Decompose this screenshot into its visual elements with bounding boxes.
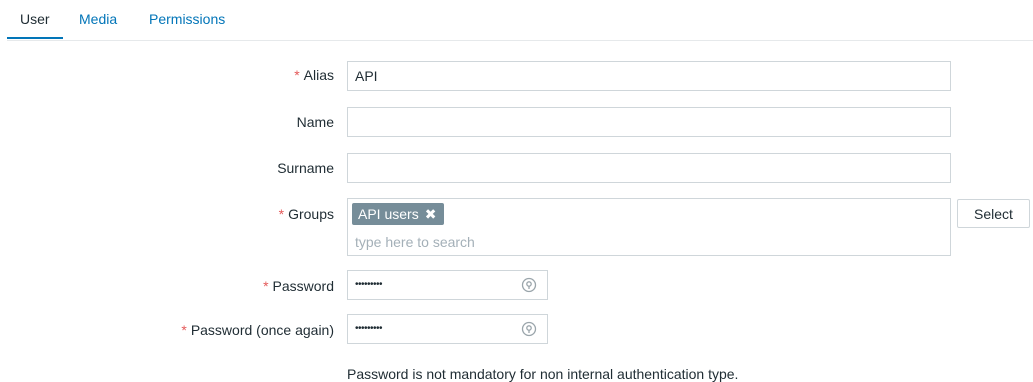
- password-hint: Password is not mandatory for non intern…: [347, 366, 739, 382]
- user-form-page: User Media Permissions * Alias API Name S…: [0, 0, 1033, 382]
- required-marker: *: [181, 322, 187, 338]
- name-label: Name: [297, 113, 334, 131]
- groups-label-text: Groups: [288, 206, 334, 222]
- alias-label-text: Alias: [303, 67, 334, 83]
- name-field[interactable]: [347, 107, 951, 137]
- groups-label: * Groups: [279, 205, 334, 223]
- surname-label: Surname: [277, 159, 334, 177]
- password-again-label-text: Password (once again): [190, 322, 334, 338]
- tab-user[interactable]: User: [7, 10, 63, 39]
- group-chip-label: API users: [358, 206, 419, 222]
- close-icon[interactable]: ✖: [425, 203, 437, 225]
- group-chip: API users ✖: [352, 203, 445, 225]
- password-again-field[interactable]: •••••••••: [347, 314, 548, 344]
- tab-permissions[interactable]: Permissions: [149, 10, 225, 39]
- name-label-text: Name: [296, 114, 334, 130]
- tab-media[interactable]: Media: [79, 10, 117, 39]
- required-marker: *: [263, 278, 269, 294]
- password-eye-icon[interactable]: [521, 321, 537, 337]
- groups-search-input[interactable]: [355, 232, 935, 252]
- required-marker: *: [278, 206, 285, 222]
- password-label-text: Password: [272, 278, 334, 294]
- password-eye-icon[interactable]: [521, 277, 537, 293]
- alias-field[interactable]: API: [347, 61, 951, 91]
- required-marker: *: [294, 67, 300, 83]
- surname-field[interactable]: [347, 153, 951, 183]
- surname-label-text: Surname: [277, 160, 334, 176]
- password-value: •••••••••: [355, 279, 383, 290]
- tab-bar: User Media Permissions: [7, 0, 1033, 41]
- password-again-label: * Password (once again): [181, 321, 334, 339]
- alias-label: * Alias: [294, 66, 334, 84]
- password-again-value: •••••••••: [355, 323, 383, 334]
- groups-multiselect[interactable]: API users ✖: [347, 198, 951, 256]
- password-field[interactable]: •••••••••: [347, 270, 548, 300]
- select-groups-button[interactable]: Select: [957, 199, 1030, 228]
- password-label: * Password: [263, 277, 334, 295]
